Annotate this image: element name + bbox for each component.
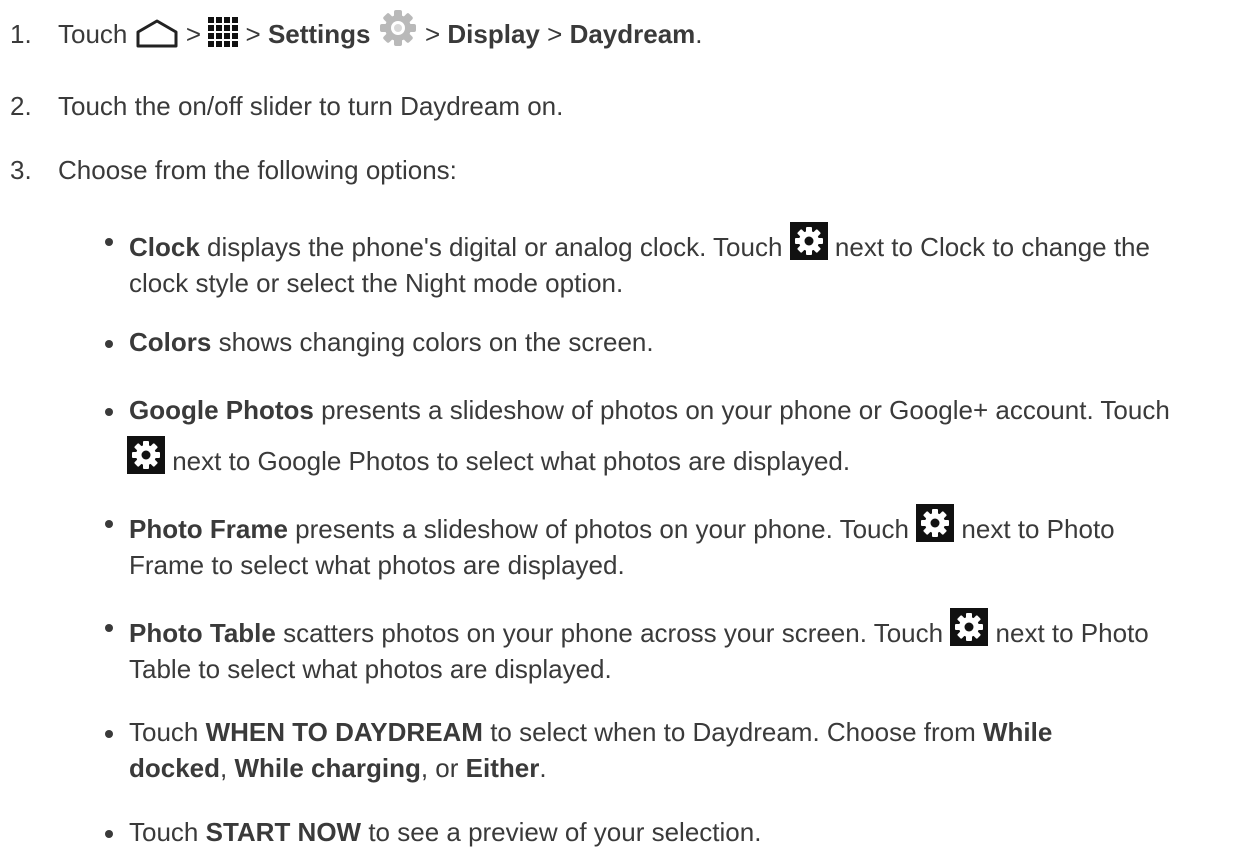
gear-icon <box>950 608 988 646</box>
docked-label: docked <box>129 753 221 783</box>
step-number: 2. <box>10 91 32 121</box>
option-desc: to see a preview of your selection. <box>361 817 762 847</box>
step-text: Choose from the following options: <box>58 155 457 185</box>
option-text: Photo Frame presents a slideshow of phot… <box>129 504 1229 583</box>
separator: > <box>547 19 563 49</box>
option-desc: clock style or select the Night mode opt… <box>129 268 624 298</box>
option-text: Google Photos presents a slideshow of ph… <box>129 392 1229 479</box>
option-text: Touch START NOW to see a preview of your… <box>129 814 1229 850</box>
option-desc: shows changing colors on the screen. <box>211 327 654 357</box>
option-text: Clock displays the phone's digital or an… <box>129 222 1229 301</box>
step-number: 3. <box>10 155 32 185</box>
separator: > <box>185 19 202 49</box>
home-icon <box>136 19 178 48</box>
daydream-label: Daydream <box>569 19 696 49</box>
document-page: 1. Touch > > Settings > Display > Daydre… <box>0 0 1250 854</box>
separator: , <box>220 753 235 783</box>
when-to-daydream-label: WHEN TO DAYDREAM <box>205 717 483 747</box>
option-desc: to select when to Daydream. Choose from <box>482 717 983 747</box>
option-text: Photo Table scatters photos on your phon… <box>129 608 1229 687</box>
touch-word: Touch <box>58 19 128 49</box>
bullet-dot <box>105 238 113 246</box>
option-desc: Touch <box>129 717 206 747</box>
period: . <box>695 19 703 49</box>
separator: > <box>424 19 441 49</box>
option-desc: Touch <box>129 817 206 847</box>
option-desc: presents a slideshow of photos on your p… <box>313 395 1170 425</box>
option-name: Clock <box>129 232 200 262</box>
option-text: Colors shows changing colors on the scre… <box>129 324 1229 360</box>
option-name: Photo Table <box>129 618 276 648</box>
step-number: 1. <box>10 19 32 49</box>
period: . <box>539 753 547 783</box>
bullet-dot <box>105 340 113 348</box>
separator: > <box>245 19 261 49</box>
option-desc: next to Photo <box>954 514 1115 544</box>
start-now-label: START NOW <box>205 817 362 847</box>
gear-icon <box>790 222 828 260</box>
option-name: Colors <box>129 327 212 357</box>
option-name: Photo Frame <box>129 514 288 544</box>
bullet-dot <box>105 830 113 838</box>
bullet-dot <box>105 730 113 738</box>
option-desc: Frame to select what photos are displaye… <box>129 550 625 580</box>
option-desc: scatters photos on your phone across you… <box>275 618 951 648</box>
option-desc: next to Photo <box>988 618 1149 648</box>
bullet-dot <box>105 624 113 632</box>
option-text: Touch WHEN TO DAYDREAM to select when to… <box>129 714 1229 786</box>
either-label: Either <box>465 753 540 783</box>
option-name: Google Photos <box>129 395 314 425</box>
option-desc: displays the phone's digital or analog c… <box>199 232 790 262</box>
settings-gear-icon <box>379 10 416 47</box>
settings-label: Settings <box>267 19 371 49</box>
option-desc: next to Google Photos to select what pho… <box>165 446 851 476</box>
step-text: Touch > > Settings > Display > Daydream. <box>58 10 703 52</box>
bullet-dot <box>105 408 113 416</box>
bullet-dot <box>105 520 113 528</box>
option-desc: presents a slideshow of photos on your p… <box>287 514 917 544</box>
display-label: Display <box>447 19 540 49</box>
gear-icon <box>916 504 954 542</box>
apps-grid-icon <box>208 17 239 48</box>
gear-icon <box>127 436 165 474</box>
option-desc: Table to select what photos are displaye… <box>129 654 612 684</box>
separator: , or <box>420 753 466 783</box>
while-charging-label: While charging <box>234 753 421 783</box>
option-desc: next to Clock to change the <box>827 232 1150 262</box>
step-text: Touch the on/off slider to turn Daydream… <box>58 91 564 121</box>
while-label: While <box>982 717 1053 747</box>
